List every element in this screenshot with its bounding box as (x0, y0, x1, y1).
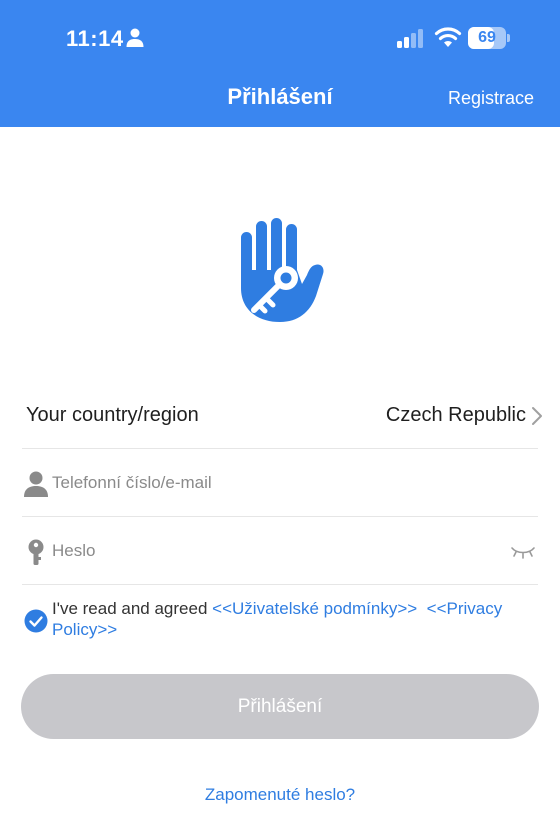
person-icon (126, 28, 144, 47)
battery-nub (507, 34, 510, 42)
checkbox-checked-icon[interactable] (24, 609, 48, 633)
wifi-icon (434, 27, 462, 47)
header: 11:14 69 Přihlášení Registrace (0, 0, 560, 127)
battery-level-label: 69 (478, 29, 496, 46)
key-icon (28, 539, 44, 565)
hand-key-icon (241, 218, 324, 322)
chevron-right-icon (532, 407, 542, 425)
country-selector[interactable]: Your country/region Czech Republic (22, 380, 542, 449)
country-label: Your country/region (26, 404, 199, 426)
eye-closed-icon[interactable] (510, 545, 536, 559)
status-time: 11:14 (66, 26, 124, 51)
user-icon (24, 471, 48, 497)
phone-email-row (22, 449, 538, 517)
agreement-label: I've read and agreed (52, 599, 208, 618)
forgot-password-link[interactable]: Zapomenuté heslo? (0, 785, 560, 805)
password-row (22, 517, 538, 585)
cellular-signal-icon (397, 29, 423, 48)
agreement-text: I've read and agreed <<Uživatelské podmí… (52, 598, 556, 640)
password-input[interactable] (52, 535, 492, 567)
battery-indicator: 69 (468, 27, 510, 49)
login-button[interactable]: Přihlášení (21, 674, 539, 739)
terms-link[interactable]: <<Uživatelské podmínky>> (212, 599, 417, 618)
phone-email-input[interactable] (52, 467, 492, 499)
register-link[interactable]: Registrace (448, 88, 534, 109)
status-bar: 11:14 69 (0, 0, 560, 70)
country-value: Czech Republic (385, 404, 526, 426)
